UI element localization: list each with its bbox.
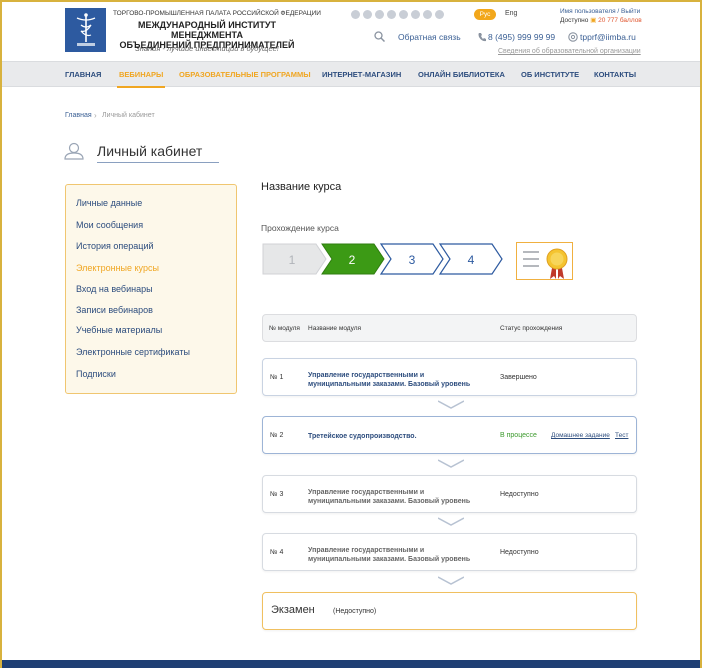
step-3-label: 3 [409, 253, 416, 267]
linkedin-icon[interactable] [411, 10, 420, 19]
chevron-down-icon [438, 576, 464, 585]
feedback-link[interactable]: Обратная связь [398, 32, 461, 42]
step-2[interactable]: 2 [321, 243, 385, 275]
main-nav: ГЛАВНАЯ ВЕБИНАРЫ ОБРАЗОВАТЕЛЬНЫЕ ПРОГРАМ… [2, 61, 700, 88]
breadcrumb-home[interactable]: Главная [65, 112, 92, 119]
nav-contacts[interactable]: КОНТАКТЫ [594, 70, 636, 79]
sidebar-item-certificates[interactable]: Электронные сертификаты [76, 347, 190, 357]
youtube-icon[interactable] [423, 10, 432, 19]
course-title: Название курса [261, 181, 342, 193]
exam-status: (Недоступно) [333, 608, 377, 615]
sidebar-item-messages[interactable]: Мои сообщения [76, 220, 143, 230]
sidebar-item-history[interactable]: История операций [76, 241, 154, 251]
step-3[interactable]: 3 [379, 243, 444, 275]
step-4-label: 4 [468, 253, 475, 267]
user-logout-link[interactable]: Имя пользователя / Выйти [560, 8, 640, 15]
phone-icon [478, 33, 486, 42]
module-status: В процессе [500, 432, 537, 439]
modules-table-header: № модуля Название модуля Статус прохожде… [262, 314, 637, 342]
facebook-icon[interactable] [351, 10, 360, 19]
twitter-icon[interactable] [363, 10, 372, 19]
user-icon [64, 142, 84, 160]
mail-icon [568, 32, 578, 42]
lang-ru-button[interactable]: Рус [474, 9, 496, 20]
page-title: Личный кабинет [97, 143, 203, 159]
chevron-down-icon [438, 400, 464, 409]
email-link[interactable]: tpprf@iimba.ru [580, 32, 636, 42]
chevron-down-icon [438, 459, 464, 468]
nav-about[interactable]: ОБ ИНСТИТУТЕ [521, 70, 579, 79]
footer-bar [2, 660, 700, 668]
sidebar-item-materials[interactable]: Учебные материалы [76, 325, 162, 335]
phone-number[interactable]: 8 (495) 999 99 99 [488, 32, 555, 42]
module-num: № 1 [270, 374, 284, 381]
module-status: Недоступно [500, 491, 539, 498]
homework-link[interactable]: Домашнее задание [551, 432, 610, 439]
module-status: Завершено [500, 374, 537, 381]
sidebar-item-webinar-records[interactable]: Записи вебинаров [76, 305, 153, 315]
social-links [351, 10, 444, 19]
test-link[interactable]: Тест [615, 432, 628, 439]
progress-label: Прохождение курса [261, 223, 339, 233]
instagram-icon[interactable] [435, 10, 444, 19]
module-num: № 4 [270, 549, 284, 556]
module-name: Управление государственными и муниципаль… [308, 489, 471, 505]
nav-shop[interactable]: ИНТЕРНЕТ-МАГАЗИН [322, 70, 401, 79]
module-status: Недоступно [500, 549, 539, 556]
module-num: № 3 [270, 491, 284, 498]
step-1-label: 1 [289, 253, 296, 267]
col-status-header: Статус прохождения [500, 325, 563, 332]
col-name-header: Название модуля [308, 325, 362, 332]
edu-info-link[interactable]: Сведения об образовательной организации [498, 48, 641, 55]
sidebar-item-courses[interactable]: Электронные курсы [76, 263, 159, 273]
certificate-icon [523, 248, 568, 279]
search-icon[interactable] [374, 31, 385, 42]
user-balance: Доступно ▣ 20 777 баллов [560, 17, 642, 24]
step-1[interactable]: 1 [262, 243, 327, 275]
google-plus-icon[interactable] [399, 10, 408, 19]
account-sidebar: Личные данные Мои сообщения История опер… [65, 184, 237, 394]
module-row-1[interactable]: № 1 Управление государственными и муници… [262, 358, 637, 396]
nav-webinars[interactable]: ВЕБИНАРЫ [116, 70, 166, 88]
progress-steps: 1 2 3 4 [262, 243, 503, 275]
exam-row[interactable]: Экзамен (Недоступно) [262, 592, 637, 630]
module-name: Управление государственными и муниципаль… [308, 547, 471, 563]
step-2-label: 2 [349, 253, 356, 267]
exam-title: Экзамен [271, 604, 315, 616]
title-underline [97, 162, 219, 163]
module-row-3[interactable]: № 3 Управление государственными и муници… [262, 475, 637, 513]
lang-en-button[interactable]: Eng [505, 10, 517, 17]
org-parent-name: ТОРГОВО-ПРОМЫШЛЕННАЯ ПАЛАТА РОССИЙСКОЙ Ф… [113, 10, 321, 17]
module-num: № 2 [270, 432, 284, 439]
caduceus-icon [76, 13, 95, 46]
institute-logo[interactable] [65, 8, 106, 52]
nav-programs[interactable]: ОБРАЗОВАТЕЛЬНЫЕ ПРОГРАММЫ [179, 70, 311, 79]
breadcrumb-separator-icon: › [94, 111, 97, 120]
nav-home[interactable]: ГЛАВНАЯ [65, 70, 101, 79]
breadcrumb-current: Личный кабинет [102, 112, 155, 119]
nav-library[interactable]: ОНЛАЙН БИБЛИОТЕКА [418, 70, 505, 79]
step-4[interactable]: 4 [438, 243, 503, 275]
org-slogan: Знания - лучшие инвестиции в будущее! [135, 44, 279, 53]
certificate-badge[interactable] [516, 242, 573, 280]
vk-icon[interactable] [375, 10, 384, 19]
sidebar-item-personal-data[interactable]: Личные данные [76, 198, 142, 208]
module-name-link[interactable]: Управление государственными и муниципаль… [308, 371, 478, 389]
odnoklassniki-icon[interactable] [387, 10, 396, 19]
module-row-2[interactable]: № 2 Третейское судопроизводство. В проце… [262, 416, 637, 454]
chevron-down-icon [438, 517, 464, 526]
col-num-header: № модуля [269, 325, 300, 332]
sidebar-item-webinar-login[interactable]: Вход на вебинары [76, 284, 153, 294]
module-row-4[interactable]: № 4 Управление государственными и муници… [262, 533, 637, 571]
sidebar-item-subscriptions[interactable]: Подписки [76, 369, 116, 379]
module-name-link[interactable]: Третейское судопроизводство. [308, 432, 478, 441]
